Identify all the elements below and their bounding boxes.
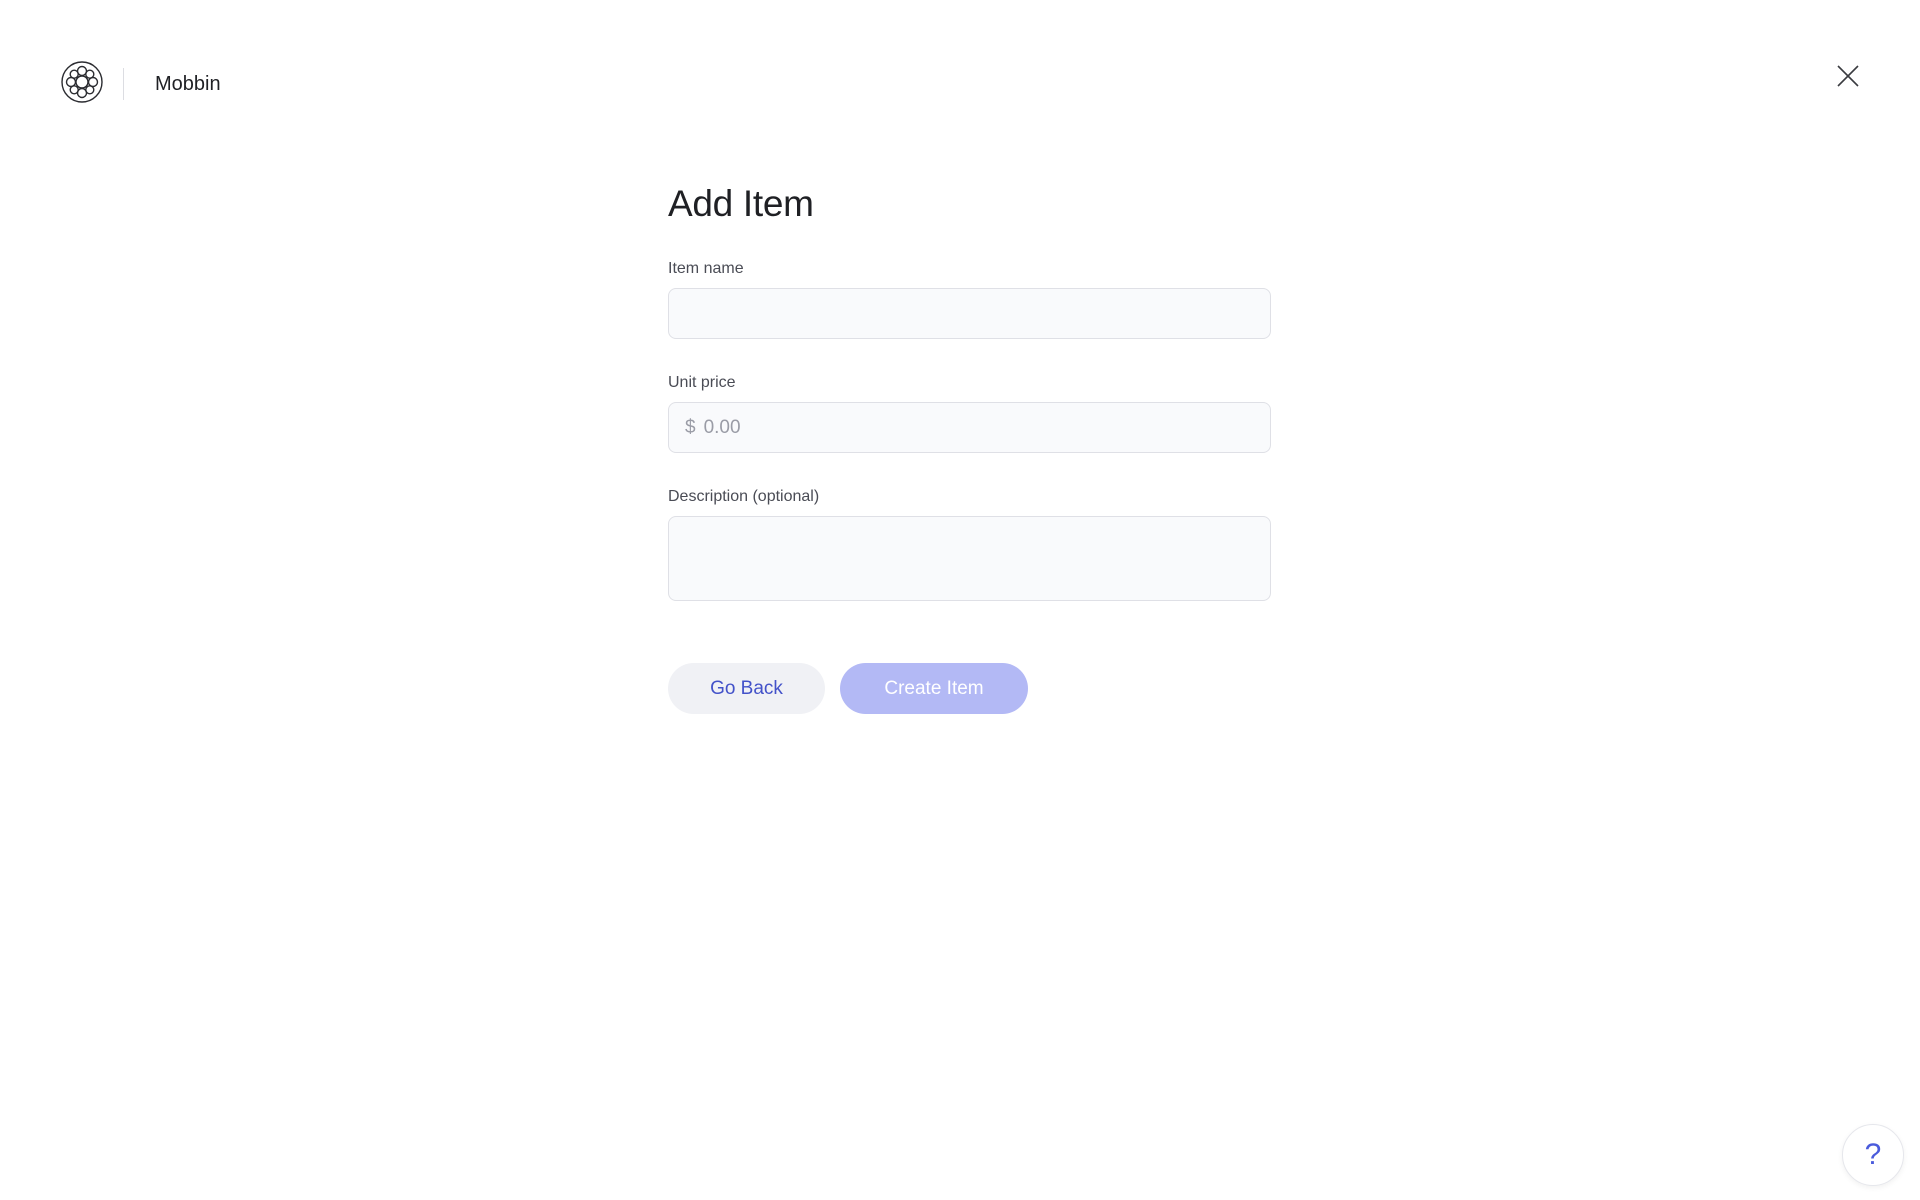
item-name-field[interactable] [668,288,1271,339]
go-back-button[interactable]: Go Back [668,663,825,714]
item-name-label: Item name [668,260,744,277]
item-name-input[interactable] [685,302,1254,325]
description-label: Description (optional) [668,488,820,505]
unit-price-field[interactable]: $ [668,402,1271,453]
create-item-button[interactable]: Create Item [840,663,1028,714]
add-item-form: Add Item Item name Unit price $ Descript… [668,178,1271,714]
form-actions: Go Back Create Item [668,663,1271,714]
page-title: Add Item [668,183,814,224]
unit-price-label: Unit price [668,374,736,391]
question-mark-icon: ? [1864,1138,1882,1171]
description-field[interactable] [668,516,1271,601]
description-textarea[interactable] [685,529,1254,589]
wreath-logo-icon[interactable] [61,61,103,103]
add-item-page: Mobbin Add Item Item name Unit price $ D… [0,0,1920,1200]
close-button[interactable] [1832,60,1864,92]
unit-price-input[interactable] [703,416,1254,439]
help-button[interactable]: ? [1842,1124,1904,1186]
header-divider [123,68,124,100]
currency-symbol: $ [685,416,696,438]
close-icon [1837,65,1859,87]
brand-name: Mobbin [155,73,221,95]
